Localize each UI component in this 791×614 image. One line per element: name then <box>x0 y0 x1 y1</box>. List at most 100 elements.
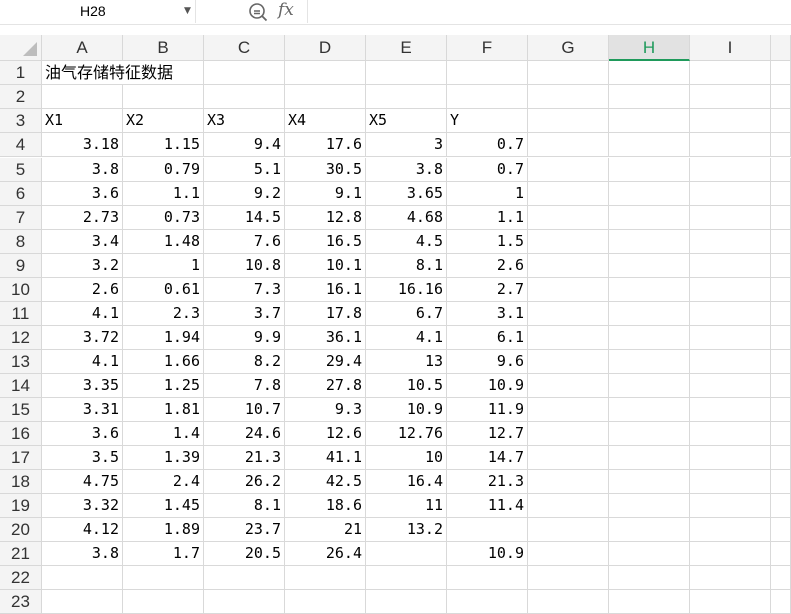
cell-i7[interactable] <box>690 206 771 230</box>
cell-f11[interactable]: 3.1 <box>447 302 528 326</box>
cell-c11[interactable]: 3.7 <box>204 302 285 326</box>
cell-c18[interactable]: 26.2 <box>204 470 285 494</box>
cell-h8[interactable] <box>609 230 690 254</box>
cell-d22[interactable] <box>285 566 366 590</box>
cell-overflow-3[interactable] <box>771 109 791 133</box>
cell-b6[interactable]: 1.1 <box>123 182 204 206</box>
cell-h20[interactable] <box>609 518 690 542</box>
cell-e18[interactable]: 16.4 <box>366 470 447 494</box>
col-header-a[interactable]: A <box>42 35 123 61</box>
cell-overflow-12[interactable] <box>771 326 791 350</box>
cell-d4[interactable]: 17.6 <box>285 133 366 157</box>
cell-i4[interactable] <box>690 133 771 157</box>
row-header-14[interactable]: 14 <box>0 374 42 398</box>
cell-i16[interactable] <box>690 422 771 446</box>
cell-g12[interactable] <box>528 326 609 350</box>
row-header-18[interactable]: 18 <box>0 470 42 494</box>
cell-g6[interactable] <box>528 182 609 206</box>
cell-c1[interactable] <box>204 61 285 85</box>
cell-e22[interactable] <box>366 566 447 590</box>
cell-d2[interactable] <box>285 85 366 109</box>
cell-i18[interactable] <box>690 470 771 494</box>
cell-b12[interactable]: 1.94 <box>123 326 204 350</box>
cell-b21[interactable]: 1.7 <box>123 542 204 566</box>
cell-i5[interactable] <box>690 158 771 182</box>
cell-i9[interactable] <box>690 254 771 278</box>
cell-e7[interactable]: 4.68 <box>366 206 447 230</box>
cell-d9[interactable]: 10.1 <box>285 254 366 278</box>
cell-e14[interactable]: 10.5 <box>366 374 447 398</box>
cell-e4[interactable]: 3 <box>366 133 447 157</box>
cell-a21[interactable]: 3.8 <box>42 542 123 566</box>
cell-g18[interactable] <box>528 470 609 494</box>
cell-g9[interactable] <box>528 254 609 278</box>
row-header-15[interactable]: 15 <box>0 398 42 422</box>
cell-e19[interactable]: 11 <box>366 494 447 518</box>
cell-h15[interactable] <box>609 398 690 422</box>
cell-a2[interactable] <box>42 85 123 109</box>
cell-a1[interactable]: 油气存储特征数据 <box>42 61 173 85</box>
cell-c8[interactable]: 7.6 <box>204 230 285 254</box>
cell-h5[interactable] <box>609 158 690 182</box>
cell-f10[interactable]: 2.7 <box>447 278 528 302</box>
cell-h2[interactable] <box>609 85 690 109</box>
row-header-4[interactable]: 4 <box>0 133 42 157</box>
fx-icon[interactable]: fx <box>278 0 294 20</box>
row-header-5[interactable]: 5 <box>0 158 42 182</box>
cell-a23[interactable] <box>42 590 123 614</box>
cell-h6[interactable] <box>609 182 690 206</box>
cell-i1[interactable] <box>690 61 771 85</box>
cell-b9[interactable]: 1 <box>123 254 204 278</box>
cell-b19[interactable]: 1.45 <box>123 494 204 518</box>
cell-i22[interactable] <box>690 566 771 590</box>
cell-b5[interactable]: 0.79 <box>123 158 204 182</box>
cell-c6[interactable]: 9.2 <box>204 182 285 206</box>
cell-c23[interactable] <box>204 590 285 614</box>
cell-a6[interactable]: 3.6 <box>42 182 123 206</box>
cell-i19[interactable] <box>690 494 771 518</box>
cell-d8[interactable]: 16.5 <box>285 230 366 254</box>
cell-a8[interactable]: 3.4 <box>42 230 123 254</box>
cell-h4[interactable] <box>609 133 690 157</box>
cell-f23[interactable] <box>447 590 528 614</box>
cell-h17[interactable] <box>609 446 690 470</box>
cell-g16[interactable] <box>528 422 609 446</box>
cell-d7[interactable]: 12.8 <box>285 206 366 230</box>
cell-b8[interactable]: 1.48 <box>123 230 204 254</box>
cell-f4[interactable]: 0.7 <box>447 133 528 157</box>
cell-b4[interactable]: 1.15 <box>123 133 204 157</box>
row-header-10[interactable]: 10 <box>0 278 42 302</box>
cell-d13[interactable]: 29.4 <box>285 350 366 374</box>
cell-b11[interactable]: 2.3 <box>123 302 204 326</box>
cell-overflow-10[interactable] <box>771 278 791 302</box>
cell-g20[interactable] <box>528 518 609 542</box>
cell-f12[interactable]: 6.1 <box>447 326 528 350</box>
cell-c16[interactable]: 24.6 <box>204 422 285 446</box>
cell-e6[interactable]: 3.65 <box>366 182 447 206</box>
cell-i10[interactable] <box>690 278 771 302</box>
cell-overflow-23[interactable] <box>771 590 791 614</box>
cell-a3[interactable]: X1 <box>42 109 123 133</box>
cell-c21[interactable]: 20.5 <box>204 542 285 566</box>
cell-h1[interactable] <box>609 61 690 85</box>
cell-h14[interactable] <box>609 374 690 398</box>
cell-a9[interactable]: 3.2 <box>42 254 123 278</box>
cell-h18[interactable] <box>609 470 690 494</box>
cell-e8[interactable]: 4.5 <box>366 230 447 254</box>
zoom-formula-icon[interactable] <box>248 2 268 22</box>
name-box-dropdown-icon[interactable]: ▼ <box>184 6 191 16</box>
cell-overflow-5[interactable] <box>771 158 791 182</box>
cell-h23[interactable] <box>609 590 690 614</box>
cell-g11[interactable] <box>528 302 609 326</box>
cell-overflow-21[interactable] <box>771 542 791 566</box>
cell-a13[interactable]: 4.1 <box>42 350 123 374</box>
cell-b14[interactable]: 1.25 <box>123 374 204 398</box>
cell-f17[interactable]: 14.7 <box>447 446 528 470</box>
cell-b20[interactable]: 1.89 <box>123 518 204 542</box>
cell-c2[interactable] <box>204 85 285 109</box>
cell-f14[interactable]: 10.9 <box>447 374 528 398</box>
cell-overflow-6[interactable] <box>771 182 791 206</box>
cell-g8[interactable] <box>528 230 609 254</box>
cell-g14[interactable] <box>528 374 609 398</box>
cell-i11[interactable] <box>690 302 771 326</box>
